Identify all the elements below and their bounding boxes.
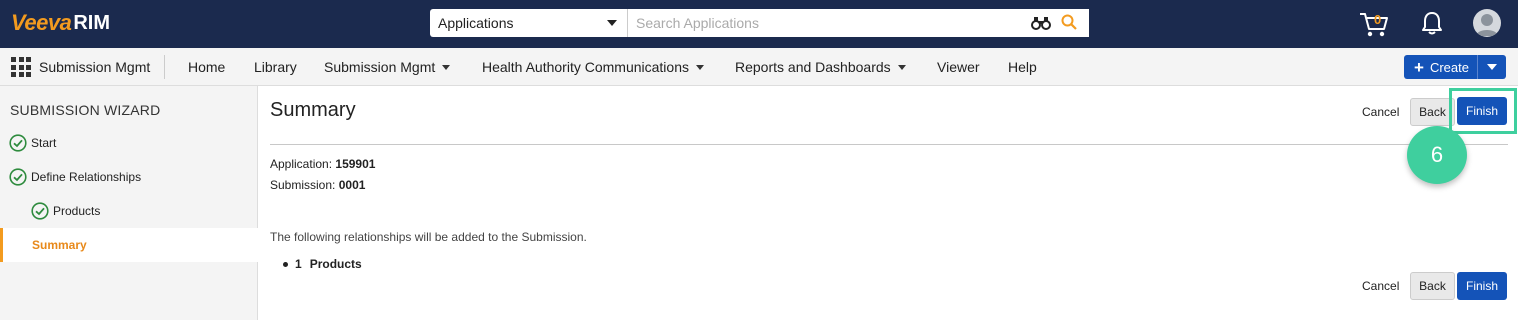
back-label: Back [1419,105,1446,119]
chevron-down-icon [442,64,451,70]
step-badge: 6 [1407,126,1467,184]
wizard-step-label: Start [31,136,57,150]
plus-icon: + [1414,57,1424,77]
user-icon [1476,14,1498,36]
create-button-group: + Create [1404,55,1506,79]
check-circle-icon [9,168,27,186]
relationship-list-item: 1 Products [283,257,362,271]
top-bar: Veeva RIM Applications 0 [0,0,1518,48]
veeva-rim-logo[interactable]: Veeva RIM [11,10,110,36]
create-label: Create [1429,59,1469,75]
nav-home[interactable]: Home [188,59,225,75]
application-info: Application: 159901 [270,157,375,171]
logo-rim-text: RIM [73,11,110,34]
cancel-button-bottom[interactable]: Cancel [1362,279,1399,293]
user-avatar[interactable] [1473,9,1501,37]
application-value: 159901 [335,157,376,171]
nav-library[interactable]: Library [254,59,297,75]
search-input[interactable] [628,9,1089,37]
application-label: Application: [270,157,333,171]
search-icon[interactable] [1061,14,1077,30]
submission-value: 0001 [338,178,366,192]
nav-bar: Submission Mgmt Home Library Submission … [0,48,1518,86]
submission-info: Submission: 0001 [270,178,365,192]
app-launcher-icon[interactable] [11,57,31,77]
check-circle-icon [9,134,27,152]
wizard-step-label: Summary [32,238,87,252]
global-search: Applications [430,9,1089,37]
relationship-label: Products [309,257,362,271]
chevron-down-icon [897,64,906,70]
nav-home-label: Home [188,59,226,75]
cancel-button-top[interactable]: Cancel [1362,105,1399,119]
search-scope-select[interactable]: Applications [430,9,628,37]
section-divider [270,144,1508,145]
wizard-step-products[interactable]: Products [0,194,258,228]
wizard-step-label: Products [53,204,101,218]
nav-reports-dashboards[interactable]: Reports and Dashboards [735,59,906,75]
submission-label: Submission: [270,178,336,192]
chevron-down-icon [1487,64,1497,70]
nav-health-authority-communications[interactable]: Health Authority Communications [482,59,704,75]
nav-hac-label: Health Authority Communications [482,59,689,75]
relationship-count: 1 [295,257,302,271]
wizard-step-define-relationships[interactable]: Define Relationships [0,160,258,194]
finish-label: Finish [1465,279,1498,293]
search-scope-value: Applications [438,15,514,31]
nav-library-label: Library [254,59,297,75]
app-name[interactable]: Submission Mgmt [39,59,150,75]
bell-icon[interactable] [1421,11,1443,35]
chevron-down-icon [607,20,617,26]
nav-viewer[interactable]: Viewer [937,59,980,75]
finish-button-bottom[interactable]: Finish [1457,272,1507,300]
nav-reports-label: Reports and Dashboards [735,59,891,75]
wizard-sidebar: SUBMISSION WIZARD Start Define Relations… [0,86,258,320]
nav-help-label: Help [1008,59,1037,75]
wizard-step-summary[interactable]: Summary [0,228,258,262]
chevron-down-icon [696,64,704,70]
back-label: Back [1419,279,1446,293]
wizard-step-label: Define Relationships [31,170,142,184]
nav-help[interactable]: Help [1008,59,1037,75]
nav-submission-mgmt-label: Submission Mgmt [324,59,436,75]
back-button-bottom[interactable]: Back [1410,272,1455,300]
create-button[interactable]: + Create [1404,55,1477,79]
wizard-step-start[interactable]: Start [0,126,258,160]
wizard-title: SUBMISSION WIZARD [10,102,161,118]
nav-divider [164,55,165,79]
page-title: Summary [270,99,356,121]
bullet [283,261,288,267]
cart-count-badge: 0 [1374,12,1382,27]
nav-submission-mgmt[interactable]: Submission Mgmt [324,59,451,75]
binoculars-icon[interactable] [1031,16,1051,30]
create-dropdown-button[interactable] [1478,55,1506,79]
nav-viewer-label: Viewer [937,59,980,75]
relationships-intro: The following relationships will be adde… [270,230,587,244]
highlight-box [1449,88,1517,134]
check-circle-icon [31,202,49,220]
logo-veeva-text: Veeva [11,10,72,35]
